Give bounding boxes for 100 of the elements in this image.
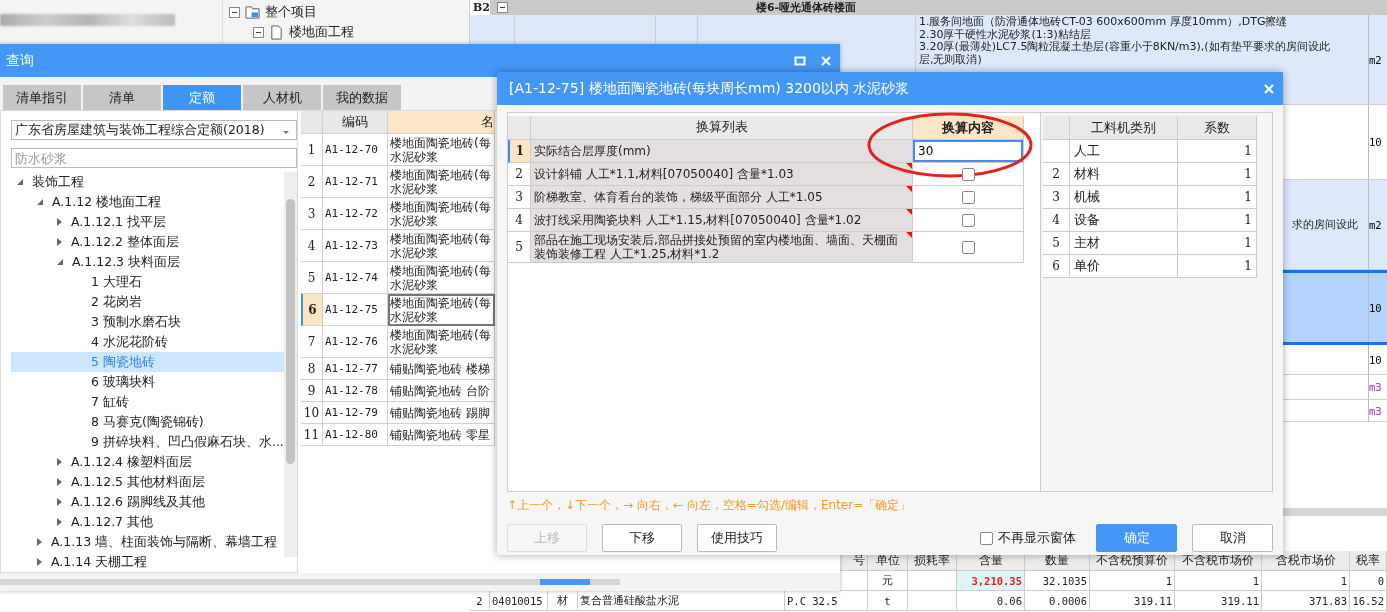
row-number[interactable]: 10: [301, 402, 323, 424]
row-number[interactable]: 1: [301, 134, 323, 166]
tree-item[interactable]: A.1.12.6 踢脚线及其他: [11, 492, 286, 512]
table-cell: A1-12-73: [323, 230, 388, 262]
tree-item[interactable]: A.1.12.7 其他: [11, 512, 286, 532]
tree-item[interactable]: A.1.12.4 橡塑料面层: [11, 452, 286, 472]
library-dropdown[interactable]: 广东省房屋建筑与装饰工程综合定额(2018): [11, 120, 297, 140]
collapse-arrow-icon[interactable]: [17, 179, 23, 185]
expand-arrow-icon[interactable]: [37, 558, 42, 566]
table-cell: t: [868, 591, 908, 611]
tree-item[interactable]: 6 玻璃块料: [11, 372, 286, 392]
checkbox[interactable]: [961, 167, 975, 181]
table-cell: 铺贴陶瓷地砖 楼梯: [388, 358, 495, 380]
table-cell: A1-12-78: [323, 380, 388, 402]
row-number[interactable]: 4: [301, 230, 323, 262]
tree-item[interactable]: 装饰工程: [11, 172, 286, 192]
table-cell: 楼地面陶瓷地砖(每 水泥砂浆: [388, 326, 495, 358]
button[interactable]: 取消: [1192, 524, 1273, 552]
tab[interactable]: 清单指引: [3, 85, 81, 110]
tree-item[interactable]: A.1.14 天棚工程: [11, 552, 286, 572]
row-number: 3: [1043, 186, 1070, 209]
table-cell: 1: [1178, 232, 1257, 255]
expand-arrow-icon[interactable]: [57, 238, 62, 246]
checkbox[interactable]: [961, 190, 975, 204]
tree-item[interactable]: 2 花岗岩: [11, 292, 286, 312]
unit-text: m3: [1369, 404, 1382, 417]
table-cell: A1-12-77: [323, 358, 388, 380]
tab[interactable]: 我的数据: [323, 85, 401, 110]
project-tree-item[interactable]: 楼地面工程: [289, 23, 354, 41]
scrollbar[interactable]: [284, 172, 297, 557]
document-icon: [269, 24, 284, 40]
row-number[interactable]: 7: [301, 326, 323, 358]
option-label: 设计斜铺 人工*1.1,材料[07050040] 含量*1.03: [531, 163, 913, 186]
tree-item[interactable]: 8 马赛克(陶瓷锦砖): [11, 412, 286, 432]
tree-item[interactable]: A.1.12.3 块料面层: [11, 252, 286, 272]
row-number[interactable]: 9: [301, 380, 323, 402]
row-number[interactable]: 6: [301, 294, 323, 326]
collapse-arrow-icon[interactable]: [37, 199, 43, 205]
tab[interactable]: 人材机: [243, 85, 321, 110]
note-corner-icon: [906, 163, 912, 169]
empty-cell: [908, 591, 957, 611]
checkbox[interactable]: [961, 240, 975, 254]
checkbox-label[interactable]: 不再显示窗体: [998, 529, 1076, 547]
input-field[interactable]: 30: [913, 140, 1023, 162]
row-number[interactable]: 11: [301, 424, 323, 446]
search-field[interactable]: 防水砂浆: [11, 148, 297, 168]
column-header: 工料机类别: [1070, 116, 1178, 140]
expand-arrow-icon[interactable]: [57, 218, 62, 226]
expand-arrow-icon[interactable]: [57, 478, 62, 486]
table-cell: A1-12-75: [323, 294, 388, 326]
scrollbar[interactable]: [0, 579, 620, 585]
table-cell: 楼地面陶瓷地砖(每 水泥砂浆: [388, 198, 495, 230]
close-icon[interactable]: [820, 54, 832, 67]
table-cell: 3,210.35: [957, 571, 1025, 591]
row-number[interactable]: 2: [301, 166, 323, 198]
tree-item[interactable]: A.1.12.1 找平层: [11, 212, 286, 232]
table-cell: 材料: [1070, 163, 1178, 186]
tree-item[interactable]: A.1.12 楼地面工程: [11, 192, 286, 212]
tab[interactable]: 清单: [83, 85, 161, 110]
maximize-icon[interactable]: [794, 54, 806, 67]
collapse-arrow-icon[interactable]: [57, 259, 63, 265]
button[interactable]: 下移: [602, 524, 682, 552]
group-title: 楼6-哑光通体砖楼面: [754, 0, 858, 15]
expand-arrow-icon[interactable]: [57, 498, 62, 506]
checkbox[interactable]: [980, 531, 993, 545]
tree-item[interactable]: 7 缸砖: [11, 392, 286, 412]
tree-item[interactable]: 4 水泥花阶砖: [11, 332, 286, 352]
row-label: B2: [470, 0, 490, 15]
tree-item[interactable]: 3 预制水磨石块: [11, 312, 286, 332]
expand-arrow-icon[interactable]: [37, 538, 42, 546]
row-number[interactable]: 1: [508, 140, 531, 163]
table-cell: 铺贴陶瓷地砖 零星: [388, 424, 495, 446]
checkbox[interactable]: [961, 213, 975, 227]
column-header: 换算列表: [531, 116, 913, 140]
collapse-icon[interactable]: [253, 26, 264, 38]
table-cell: 楼地面陶瓷地砖(每 水泥砂浆: [388, 134, 495, 166]
project-tree-item[interactable]: 整个项目: [265, 3, 317, 21]
row-number[interactable]: 8: [301, 358, 323, 380]
collapse-icon[interactable]: [496, 2, 508, 13]
button[interactable]: 使用技巧: [697, 524, 777, 552]
tree-item[interactable]: A.1.12.5 其他材料面层: [11, 472, 286, 492]
row-number: 5: [1043, 232, 1070, 255]
tree-item[interactable]: 9 拼碎块料、凹凸假麻石块、水...: [11, 432, 286, 452]
row-number[interactable]: 3: [301, 198, 323, 230]
table-cell: A1-12-72: [323, 198, 388, 230]
unit-text: m3: [1369, 381, 1382, 393]
unit-text: m2: [1369, 53, 1382, 66]
tree-item[interactable]: A.1.12.2 整体面层: [11, 232, 286, 252]
table-cell: 1: [1175, 571, 1262, 591]
column-header: 税率: [1350, 551, 1387, 571]
window-title: [A1-12-75] 楼地面陶瓷地砖(每块周长mm) 3200以内 水泥砂浆: [509, 79, 910, 98]
row-number: 2: [1043, 163, 1070, 186]
table-cell: 楼地面陶瓷地砖(每 水泥砂浆: [388, 262, 495, 294]
collapse-icon[interactable]: [229, 6, 240, 18]
unit-text: m2: [1369, 218, 1382, 231]
expand-arrow-icon[interactable]: [57, 458, 62, 466]
expand-arrow-icon[interactable]: [57, 518, 62, 526]
close-icon[interactable]: [1263, 82, 1275, 95]
tree-item[interactable]: 1 大理石: [11, 272, 286, 292]
tree-item[interactable]: A.1.13 墙、柱面装饰与隔断、幕墙工程: [11, 532, 286, 552]
